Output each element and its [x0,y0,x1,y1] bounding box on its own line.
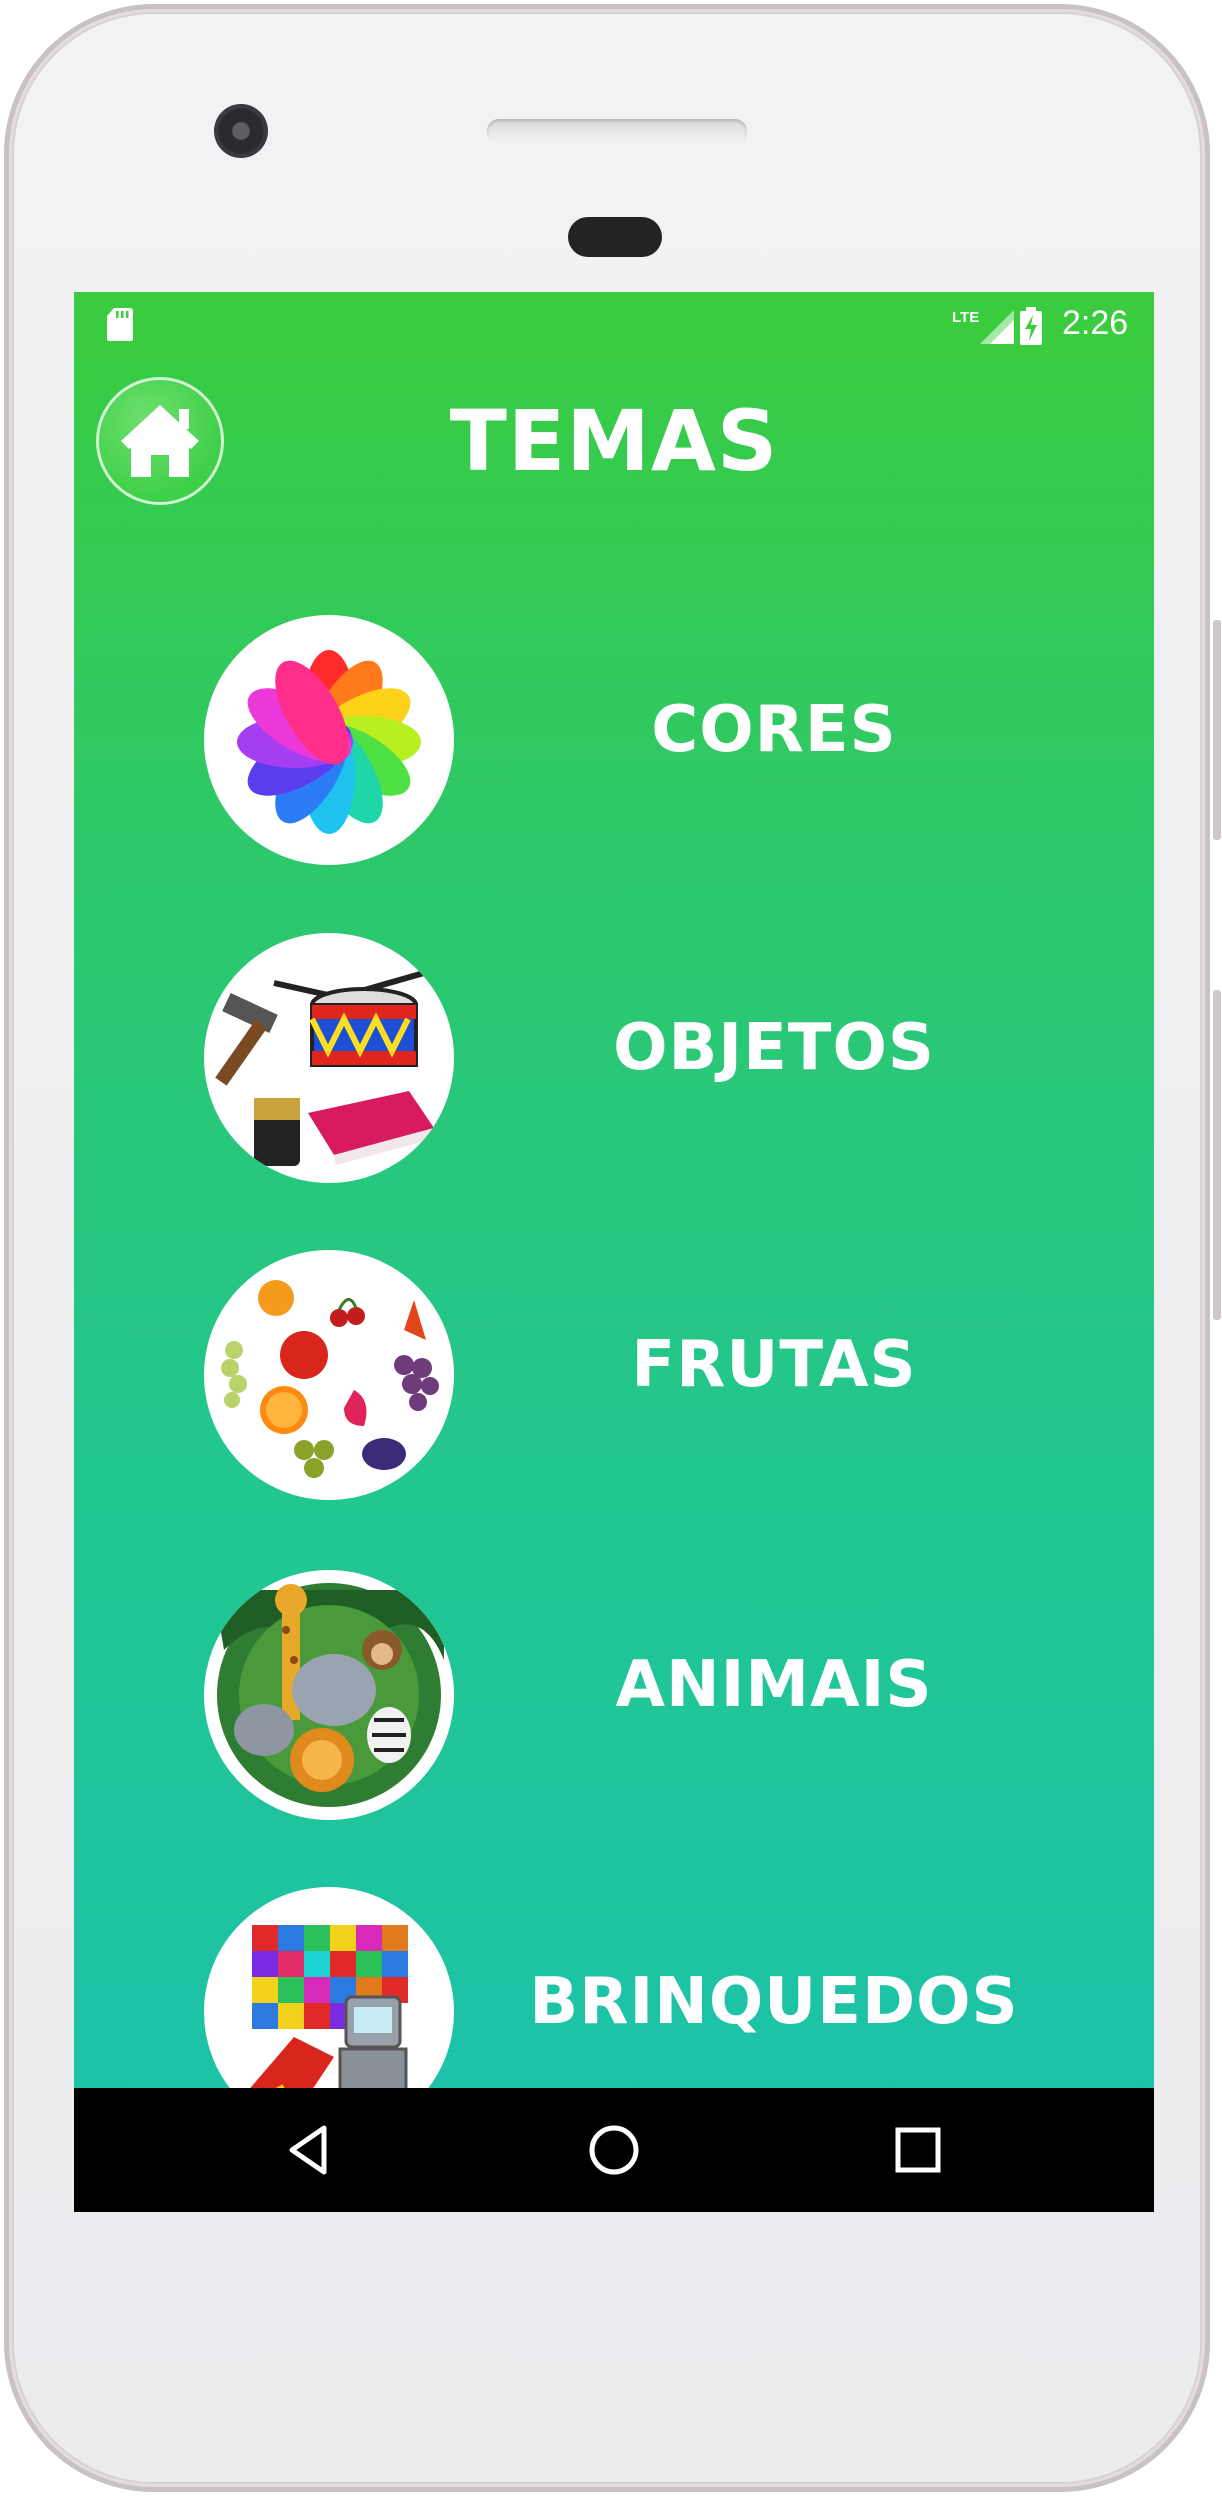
theme-label: BRINQUEDOS [529,1965,1019,2039]
battery-charging-icon [1020,307,1042,345]
theme-label: OBJETOS [613,1011,935,1085]
app-screen: LTE 2:26 TEMAS CORES OBJETOS FRUTAS ANIM… [74,292,1154,2212]
theme-row-frutas[interactable]: FRUTAS [74,1250,1154,1500]
status-clock: 2:26 [1062,304,1129,342]
page-title: TEMAS [449,392,779,490]
home-circle-icon[interactable] [582,2118,646,2182]
navigation-bar [74,2088,1154,2212]
animals-image [204,1570,454,1820]
theme-row-objetos[interactable]: OBJETOS [74,933,1154,1183]
volume-button [1213,990,1221,1320]
theme-row-animais[interactable]: ANIMAIS [74,1570,1154,1820]
objects-image [204,933,454,1183]
network-type-label: LTE [952,309,979,326]
power-button [1213,620,1221,840]
fruits-image [204,1250,454,1500]
lte-signal-icon: LTE [952,309,1014,344]
theme-label: CORES [651,693,897,767]
theme-label: ANIMAIS [615,1648,933,1722]
status-bar: LTE 2:26 [74,292,1154,360]
color-wheel-image [204,615,454,865]
earpiece-speaker [487,119,747,143]
back-triangle-icon[interactable] [278,2118,342,2182]
recents-square-icon[interactable] [886,2118,950,2182]
theme-row-cores[interactable]: CORES [74,615,1154,865]
front-camera [214,104,268,158]
theme-label: FRUTAS [631,1328,917,1402]
sd-card-icon [107,308,133,341]
phone-frame: LTE 2:26 TEMAS CORES OBJETOS FRUTAS ANIM… [4,4,1210,2492]
proximity-sensor [568,217,662,257]
